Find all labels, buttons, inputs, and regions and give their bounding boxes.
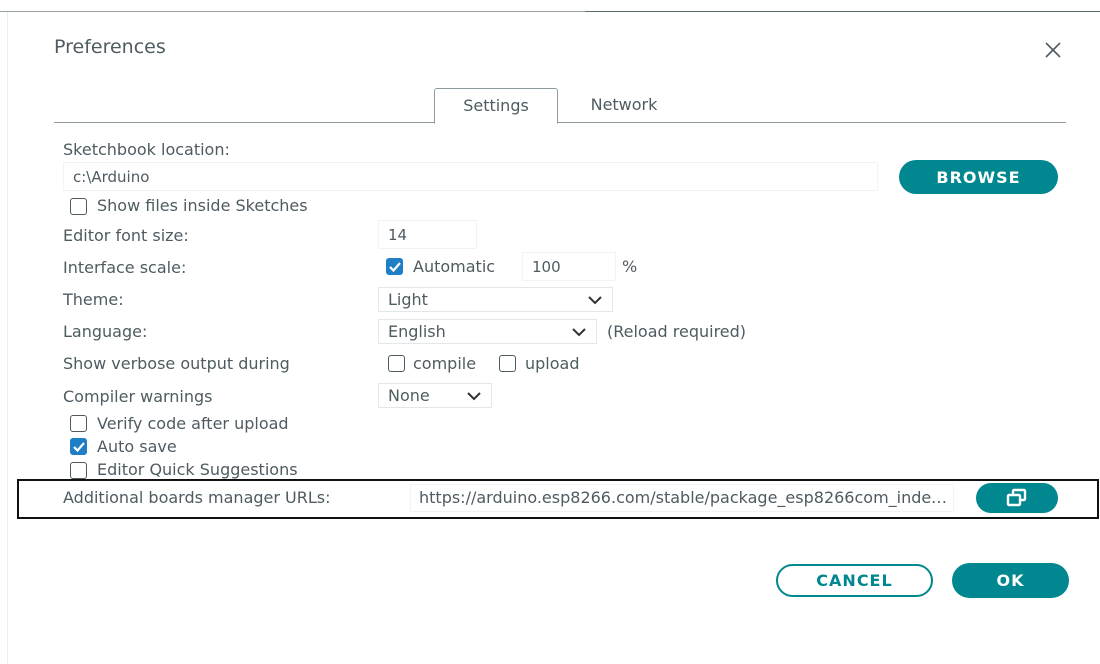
verbose-output-label: Show verbose output during: [63, 354, 290, 373]
font-size-input[interactable]: [378, 220, 477, 249]
chevron-down-icon: [467, 392, 481, 401]
tab-network[interactable]: Network: [566, 88, 682, 123]
quick-suggestions-checkbox[interactable]: [70, 462, 87, 479]
scale-automatic-label: Automatic: [413, 257, 496, 276]
show-files-checkbox[interactable]: [70, 198, 87, 215]
verbose-compile-checkbox[interactable]: [388, 355, 405, 372]
tab-settings[interactable]: Settings: [434, 88, 558, 124]
ok-button[interactable]: OK: [952, 563, 1069, 598]
top-divider-left: [0, 11, 585, 12]
quick-suggestions-label: Editor Quick Suggestions: [97, 460, 298, 479]
language-select-value: English: [388, 322, 446, 341]
language-reload-note: (Reload required): [607, 322, 747, 341]
interface-scale-input[interactable]: [522, 252, 616, 281]
compiler-warnings-label: Compiler warnings: [63, 387, 213, 406]
tab-bar: Settings Network: [54, 88, 1066, 124]
dialog-left-edge: [7, 12, 8, 664]
language-select[interactable]: English: [378, 319, 597, 344]
open-window-icon: [1006, 488, 1027, 506]
boards-urls-input[interactable]: https://arduino.esp8266.com/stable/packa…: [410, 484, 954, 512]
browse-button[interactable]: BROWSE: [899, 160, 1058, 194]
theme-select[interactable]: Light: [378, 287, 613, 312]
sketchbook-location-label: Sketchbook location:: [63, 140, 230, 159]
show-files-label: Show files inside Sketches: [97, 196, 308, 215]
verbose-upload-label: upload: [525, 354, 580, 373]
check-icon: [73, 442, 85, 453]
edit-urls-button[interactable]: [976, 483, 1058, 513]
verify-upload-checkbox[interactable]: [70, 415, 87, 432]
theme-select-value: Light: [388, 290, 428, 309]
verbose-compile-label: compile: [413, 354, 477, 373]
check-icon: [389, 262, 401, 273]
font-size-label: Editor font size:: [63, 226, 189, 245]
auto-save-label: Auto save: [97, 437, 177, 456]
verify-upload-label: Verify code after upload: [97, 414, 289, 433]
interface-scale-label: Interface scale:: [63, 258, 187, 277]
auto-save-checkbox[interactable]: [70, 438, 87, 455]
language-label: Language:: [63, 322, 148, 341]
close-icon[interactable]: [1043, 40, 1063, 60]
verbose-upload-checkbox[interactable]: [499, 355, 516, 372]
chevron-down-icon: [572, 328, 586, 337]
scale-automatic-checkbox[interactable]: [386, 258, 403, 275]
top-divider-right: [585, 11, 1100, 12]
sketchbook-location-input[interactable]: [63, 162, 878, 191]
cancel-button[interactable]: CANCEL: [776, 564, 933, 597]
scale-percent-unit: %: [622, 257, 638, 276]
compiler-warnings-select[interactable]: None: [378, 383, 492, 408]
dialog-title: Preferences: [54, 36, 166, 58]
compiler-warnings-value: None: [388, 386, 430, 405]
chevron-down-icon: [588, 296, 602, 305]
theme-label: Theme:: [63, 290, 124, 309]
boards-urls-label: Additional boards manager URLs:: [63, 488, 331, 507]
